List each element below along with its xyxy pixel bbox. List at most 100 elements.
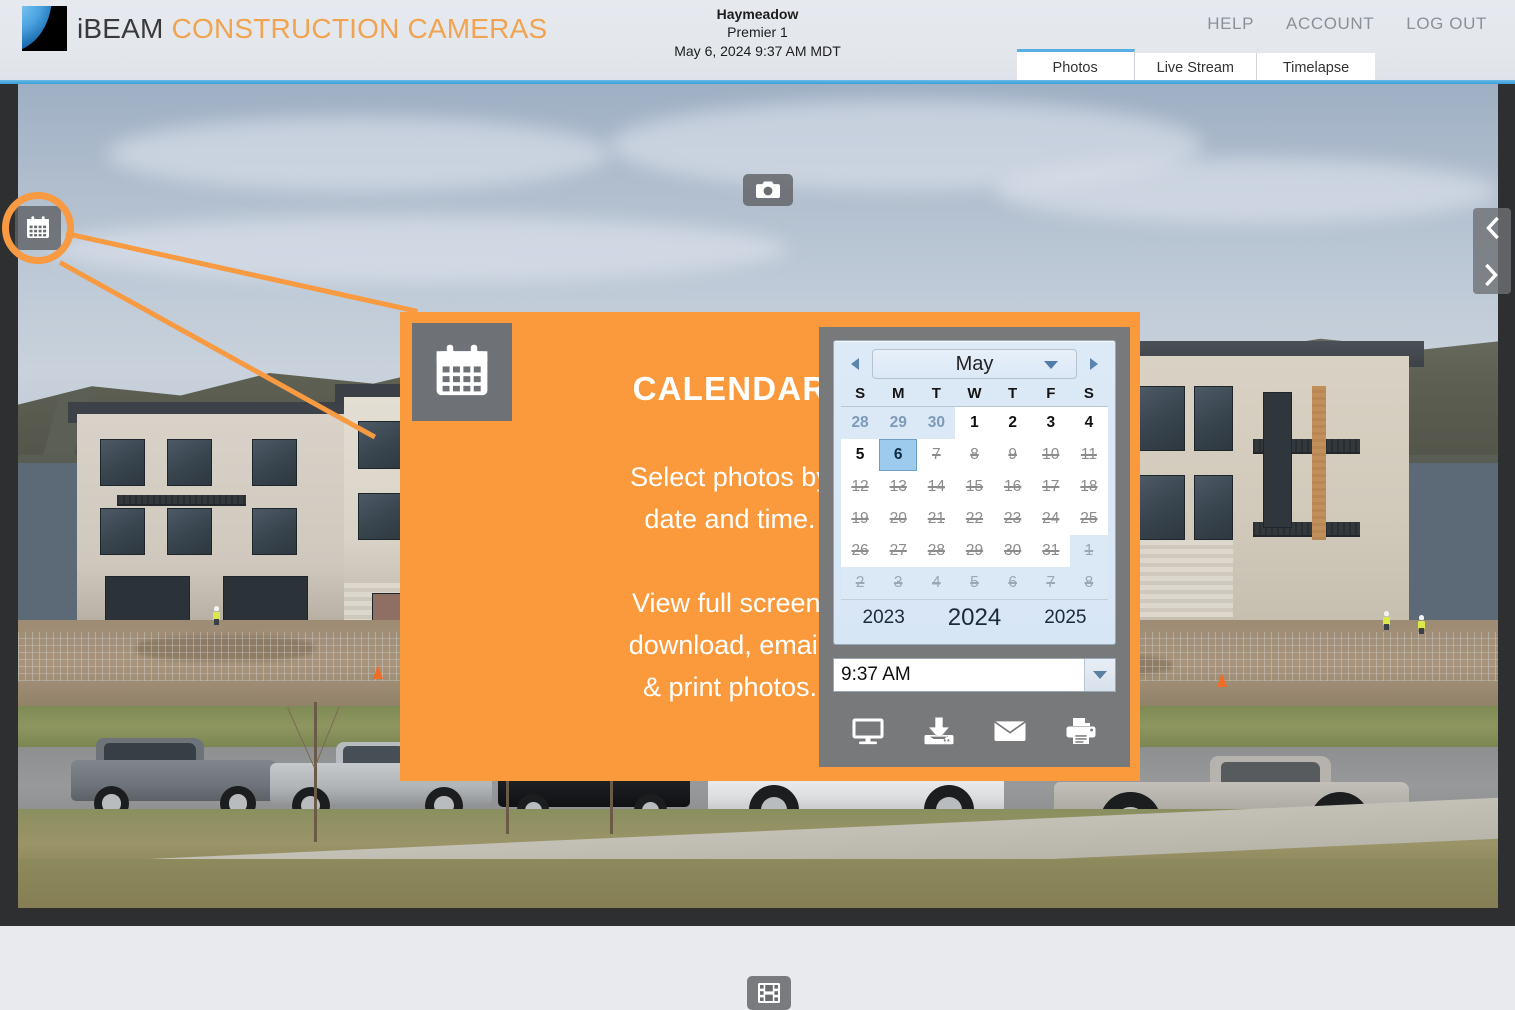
calendar-day[interactable]: 30 [917,407,956,439]
calendar-day: 24 [1031,503,1070,535]
tab-photos[interactable]: Photos [1016,49,1135,84]
weekday-label: M [891,385,905,402]
calendar-toggle-button[interactable] [15,206,61,250]
callout-paragraph-1: Select photos by date and time. [630,462,830,535]
nav-help[interactable]: HELP [1207,14,1254,34]
site-title-block: Haymeadow Premier 1 May 6, 2024 9:37 AM … [674,5,841,60]
triangle-right-icon [1090,358,1098,370]
callout-calendar-icon-tile [412,323,512,421]
calendar-day: 28 [917,535,956,567]
previous-month-button[interactable] [846,355,864,373]
calendar-week-row: 12 13 14 15 16 17 18 [841,471,1108,503]
calendar-day: 15 [955,471,994,503]
year-current[interactable]: 2024 [948,604,1001,632]
calendar-day[interactable]: 2 [993,407,1032,439]
calendar-day[interactable]: 5 [841,439,880,471]
calendar-day: 19 [841,503,880,535]
fullscreen-monitor-icon [852,718,884,745]
calendar-day[interactable]: 3 [1031,407,1070,439]
photo-navigation-arrows [1473,208,1511,294]
print-button[interactable] [1058,711,1104,751]
calendar-day: 4 [917,567,956,599]
weekday-label: T [1008,385,1018,402]
film-icon [758,983,780,1003]
chevron-right-icon [1485,263,1498,286]
date-time-picker-panel: May S M T W T F S 28 29 30 1 2 3 4 5 6 7 8 9 10 11 12 1… [819,327,1130,767]
time-select[interactable]: 9:37 AM [833,658,1116,692]
cloud [106,116,610,192]
calendar-day[interactable]: 28 [841,407,880,439]
traffic-cone [1216,673,1227,688]
time-dropdown-button[interactable] [1084,659,1115,691]
calendar-day: 27 [879,535,918,567]
calendar-widget: May S M T W T F S 28 29 30 1 2 3 4 5 6 7 8 9 10 11 12 1… [833,340,1116,645]
email-button[interactable] [987,711,1033,751]
calendar-day: 25 [1069,503,1108,535]
year-next[interactable]: 2025 [1044,607,1086,629]
calendar-day: 9 [993,439,1032,471]
building-left [77,413,359,628]
brand-wordmark: iBEAM CONSTRUCTION CAMERAS [77,13,547,45]
calendar-day: 10 [1031,439,1070,471]
calendar-icon [436,344,488,396]
photo-grass-foreground-2 [18,858,1498,908]
site-name: Haymeadow [716,6,799,22]
view-fullscreen-button[interactable] [845,711,891,751]
next-month-button[interactable] [1085,355,1103,373]
calendar-day[interactable]: 29 [879,407,918,439]
photo-action-buttons [833,711,1116,751]
calendar-day: 14 [917,471,956,503]
weekday-label: F [1046,385,1056,402]
calendar-day: 20 [879,503,918,535]
user-nav: HELP ACCOUNT LOG OUT [1207,14,1487,34]
calendar-day: 12 [841,471,880,503]
calendar-day: 8 [1069,567,1108,599]
calendar-day: 8 [955,439,994,471]
cloud [994,158,1498,225]
next-photo-button[interactable] [1473,255,1511,294]
calendar-day: 26 [841,535,880,567]
callout-paragraph-2: View full screen, download, email, & pri… [628,588,832,703]
year-prev[interactable]: 2023 [863,607,905,629]
print-icon [1066,718,1096,744]
traffic-cone [373,664,384,679]
download-icon [924,717,954,745]
photo-stage: CALENDAR Select photos by date and time.… [0,84,1515,1010]
weekday-label: W [967,385,982,402]
chevron-left-icon [1486,216,1499,239]
calendar-day: 5 [955,567,994,599]
month-select[interactable]: May [872,349,1077,379]
caret-down-icon [1044,361,1058,369]
calendar-icon [27,216,49,238]
sapling-tree [314,702,317,843]
calendar-day: 30 [993,535,1032,567]
calendar-header: May [841,347,1108,381]
nav-logout[interactable]: LOG OUT [1406,14,1487,34]
calendar-day: 11 [1069,439,1108,471]
calendar-day: 16 [993,471,1032,503]
month-label: May [955,352,994,375]
callout-title: CALENDAR [632,370,828,407]
filmstrip-button[interactable] [747,976,791,1010]
nav-account[interactable]: ACCOUNT [1286,14,1374,34]
site-datetime: May 6, 2024 9:37 AM MDT [674,42,841,59]
capture-photo-button[interactable] [743,174,793,206]
cloud [47,215,788,282]
calendar-day: 22 [955,503,994,535]
year-selector-row: 2023 2024 2025 [841,599,1108,635]
worker [1382,611,1390,631]
calendar-day-selected[interactable]: 6 [879,439,918,471]
calendar-day[interactable]: 1 [955,407,994,439]
previous-photo-button[interactable] [1473,208,1511,247]
caret-down-icon [1093,671,1107,679]
calendar-day: 2 [841,567,880,599]
calendar-week-row: 2345678 [841,567,1108,599]
weekday-label: T [931,385,941,402]
calendar-day: 7 [1031,567,1070,599]
download-button[interactable] [916,711,962,751]
calendar-day[interactable]: 4 [1069,407,1108,439]
site-subtitle: Premier 1 [727,24,788,41]
email-envelope-icon [994,720,1026,741]
calendar-day: 7 [917,439,956,471]
calendar-day: 31 [1031,535,1070,567]
